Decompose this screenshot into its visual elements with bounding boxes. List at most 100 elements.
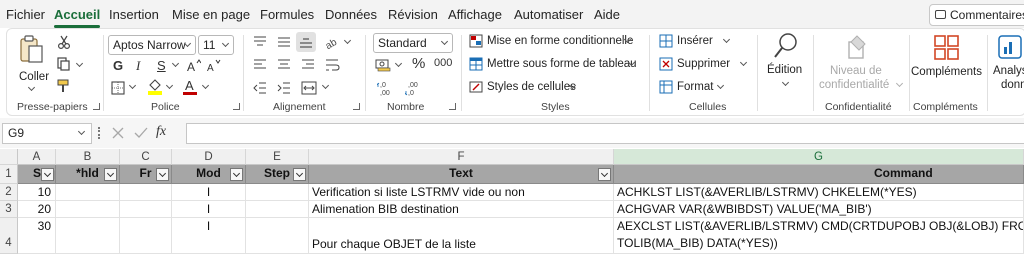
filter-dropdown-icon[interactable]	[104, 168, 117, 181]
filter-dropdown-icon[interactable]	[156, 168, 169, 181]
accounting-format-icon[interactable]	[375, 58, 391, 72]
column-header-c[interactable]: C	[120, 149, 172, 165]
name-box[interactable]: G9	[2, 123, 92, 144]
cell-f4[interactable]: Pour chaque OBJET de la liste	[309, 218, 614, 254]
format-as-table-button[interactable]: Mettre sous forme de tableau	[487, 58, 637, 70]
insert-function-button[interactable]: fx	[156, 124, 166, 140]
decrease-indent-icon[interactable]	[253, 81, 267, 95]
insert-cells-icon[interactable]	[659, 34, 673, 48]
increase-indent-icon[interactable]	[277, 81, 291, 95]
cell-f2[interactable]: Verification si liste LSTRMV vide ou non	[309, 184, 614, 201]
number-format-select[interactable]: Standard	[373, 33, 453, 53]
cell-b4[interactable]	[56, 218, 120, 254]
formula-bar-grip[interactable]	[98, 127, 100, 139]
filter-dropdown-icon[interactable]	[41, 168, 54, 181]
underline-button[interactable]: S	[157, 58, 166, 73]
cell-g3[interactable]: ACHGVAR VAR(&WBIBDST) VALUE('MA_BIB')	[614, 201, 1024, 218]
cell-g4[interactable]: AEXCLST LIST(&AVERLIB/LSTRMV) CMD(CRTDUP…	[614, 218, 1024, 254]
orientation-dropdown-icon[interactable]	[343, 36, 352, 45]
cell-d4[interactable]: I	[172, 218, 246, 254]
alignment-launcher-icon[interactable]	[353, 103, 360, 110]
delete-dropdown-icon[interactable]	[739, 58, 748, 67]
cell-styles-button[interactable]: Styles de cellules	[487, 81, 576, 93]
insert-cells-button[interactable]: Insérer	[677, 35, 713, 47]
shrink-font-icon[interactable]: A	[207, 59, 221, 73]
fill-color-dropdown-icon[interactable]	[165, 81, 174, 90]
align-top-icon[interactable]	[253, 35, 267, 49]
column-header-f[interactable]: F	[309, 149, 614, 165]
filter-dropdown-icon[interactable]	[230, 168, 243, 181]
format-as-table-icon[interactable]	[469, 57, 483, 71]
tab-revision[interactable]: Révision	[388, 7, 438, 22]
row-header-3[interactable]: 3	[0, 201, 18, 218]
tab-aide[interactable]: Aide	[594, 7, 620, 22]
font-color-dropdown-icon[interactable]	[201, 81, 210, 90]
cell-e4[interactable]	[246, 218, 309, 254]
clipboard-launcher-icon[interactable]	[93, 103, 100, 110]
cell-e3[interactable]	[246, 201, 309, 218]
format-dropdown-icon[interactable]	[716, 81, 725, 90]
borders-dropdown-icon[interactable]	[128, 81, 137, 90]
number-launcher-icon[interactable]	[449, 103, 456, 110]
comments-button[interactable]: Commentaires	[929, 4, 1024, 26]
editing-button[interactable]: Édition	[763, 32, 807, 92]
insert-dropdown-icon[interactable]	[722, 35, 731, 44]
filter-dropdown-icon[interactable]	[293, 168, 306, 181]
header-cell-text[interactable]: Text	[309, 165, 614, 184]
row-header-2[interactable]: 2	[0, 184, 18, 201]
column-header-e[interactable]: E	[246, 149, 309, 165]
cell-d3[interactable]: I	[172, 201, 246, 218]
cell-e2[interactable]	[246, 184, 309, 201]
font-size-select[interactable]: 11	[198, 35, 234, 55]
cell-b2[interactable]	[56, 184, 120, 201]
grow-font-icon[interactable]: A	[187, 59, 201, 73]
fill-color-icon[interactable]	[147, 79, 163, 95]
cell-b3[interactable]	[56, 201, 120, 218]
conditional-formatting-button[interactable]: Mise en forme conditionnelle	[487, 35, 633, 47]
cell-c3[interactable]	[120, 201, 172, 218]
tab-formules[interactable]: Formules	[260, 7, 314, 22]
select-all-corner[interactable]	[0, 149, 18, 165]
thousands-button[interactable]: 000	[434, 57, 452, 69]
align-center-icon[interactable]	[277, 58, 291, 72]
tab-accueil[interactable]: Accueil	[54, 7, 101, 28]
row-header-4[interactable]: 4	[0, 218, 18, 254]
merge-dropdown-icon[interactable]	[321, 81, 330, 90]
tab-insertion[interactable]: Insertion	[109, 7, 159, 22]
font-family-select[interactable]: Aptos Narrow	[108, 35, 196, 55]
row-header-1[interactable]: 1	[0, 165, 18, 184]
cell-c4[interactable]	[120, 218, 172, 254]
tab-automatiser[interactable]: Automatiser	[514, 7, 583, 22]
cell-f3[interactable]: Alimenation BIB destination	[309, 201, 614, 218]
bold-button[interactable]: G	[113, 58, 123, 73]
conditional-formatting-icon[interactable]	[469, 34, 483, 48]
cancel-icon[interactable]	[112, 127, 124, 139]
format-cells-button[interactable]: Format	[677, 81, 713, 93]
orientation-icon[interactable]: ab	[325, 35, 341, 49]
accounting-dropdown-icon[interactable]	[394, 59, 403, 68]
paste-button[interactable]: Coller	[17, 35, 49, 92]
increase-decimal-icon[interactable]: ,0,00	[377, 79, 399, 97]
tab-fichier[interactable]: Fichier	[6, 7, 45, 22]
data-analysis-icon[interactable]	[997, 34, 1023, 62]
cell-a4[interactable]: 30	[18, 218, 56, 254]
column-header-d[interactable]: D	[172, 149, 246, 165]
tab-mise-en-page[interactable]: Mise en page	[172, 7, 250, 22]
delete-cells-icon[interactable]	[659, 57, 673, 71]
merge-center-icon[interactable]	[301, 81, 317, 95]
column-header-g[interactable]: G	[614, 149, 1024, 165]
filter-dropdown-icon[interactable]	[598, 168, 611, 181]
font-color-button[interactable]: A	[183, 78, 197, 96]
align-middle-icon[interactable]	[277, 35, 291, 49]
cell-d2[interactable]: I	[172, 184, 246, 201]
formula-input[interactable]	[186, 123, 1024, 144]
addins-button[interactable]: Compléments	[909, 32, 985, 92]
delete-cells-button[interactable]: Supprimer	[677, 58, 730, 70]
cell-c2[interactable]	[120, 184, 172, 201]
copy-icon[interactable]	[57, 57, 71, 71]
cell-styles-icon[interactable]	[469, 80, 483, 94]
copy-dropdown-icon[interactable]	[75, 59, 84, 68]
decrease-decimal-icon[interactable]: ,00,0	[405, 79, 427, 97]
align-left-icon[interactable]	[253, 58, 267, 72]
cell-a3[interactable]: 20	[18, 201, 56, 218]
